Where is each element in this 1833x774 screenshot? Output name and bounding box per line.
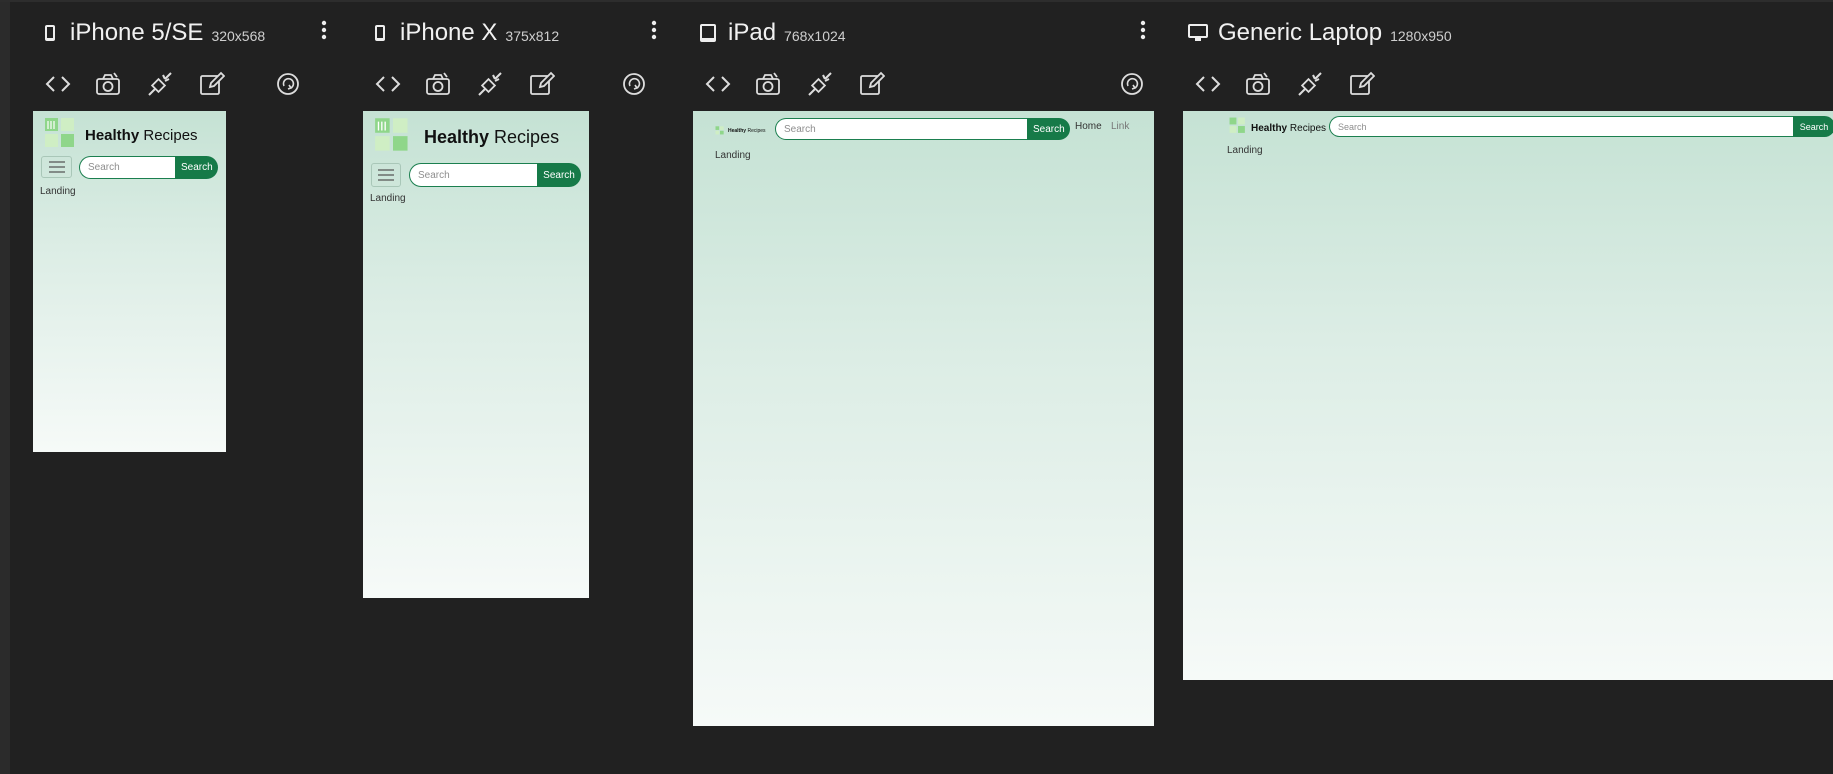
menu-toggle-button[interactable]	[371, 163, 401, 187]
rotate-icon[interactable]	[273, 70, 303, 98]
tablet-icon	[698, 21, 718, 45]
device-name: iPhone 5/SE	[70, 19, 204, 46]
plug-icon[interactable]	[805, 70, 835, 98]
search-form: Search	[409, 163, 581, 187]
device-size: 1280x950	[1390, 28, 1452, 44]
brand-rest: Recipes	[494, 127, 560, 147]
rotate-icon[interactable]	[619, 70, 649, 98]
rotate-icon[interactable]	[1117, 70, 1147, 98]
search-form: Search	[775, 118, 1070, 140]
landing-text: Landing	[1227, 145, 1263, 156]
code-icon[interactable]	[373, 70, 403, 98]
code-icon[interactable]	[703, 70, 733, 98]
site-brand[interactable]: Healthy Recipes	[44, 117, 198, 154]
search-button[interactable]: Search	[537, 163, 581, 187]
device-name: iPad	[728, 19, 777, 46]
device-viewport: Healthy Recipes Search Home Link Landing	[693, 111, 1154, 726]
plug-icon[interactable]	[145, 70, 175, 98]
nav-link-home[interactable]: Home	[1075, 121, 1102, 132]
edit-icon[interactable]	[1347, 70, 1377, 98]
camera-icon[interactable]	[93, 70, 123, 98]
landing-text: Landing	[370, 193, 406, 204]
search-form: Search	[1329, 116, 1833, 137]
site-brand[interactable]: Healthy Recipes	[374, 117, 559, 158]
more-options-icon[interactable]	[1139, 20, 1147, 40]
phone-icon	[370, 21, 390, 45]
search-button[interactable]: Search	[175, 156, 218, 179]
laptop-icon	[1188, 21, 1208, 45]
logo-icon	[374, 117, 412, 158]
search-input[interactable]	[79, 156, 175, 179]
more-options-icon[interactable]	[320, 20, 328, 40]
device-header: iPhone 5/SE 320x568	[40, 18, 265, 48]
edit-icon[interactable]	[197, 70, 227, 98]
hamburger-icon	[378, 169, 394, 181]
brand-bold: Healthy	[728, 128, 747, 134]
edit-icon[interactable]	[857, 70, 887, 98]
device-header: Generic Laptop 1280x950	[1188, 18, 1452, 48]
search-button[interactable]: Search	[1027, 118, 1070, 140]
camera-icon[interactable]	[423, 70, 453, 98]
brand-bold: Healthy	[424, 127, 490, 147]
landing-text: Landing	[40, 186, 76, 197]
brand-rest: Recipes	[1289, 122, 1327, 134]
logo-icon	[715, 122, 725, 140]
plug-icon[interactable]	[475, 70, 505, 98]
code-icon[interactable]	[1193, 70, 1223, 98]
device-viewport: Healthy Recipes Search Landing	[33, 111, 226, 452]
menu-toggle-button[interactable]	[41, 156, 72, 178]
landing-text: Landing	[715, 150, 751, 161]
brand-rest: Recipes	[747, 128, 766, 134]
search-input[interactable]	[1329, 116, 1793, 137]
device-name: iPhone X	[400, 19, 498, 46]
device-viewport: Healthy Recipes Search Landing	[363, 111, 589, 598]
search-input[interactable]	[409, 163, 537, 187]
hamburger-icon	[48, 161, 65, 173]
brand-rest: Recipes	[143, 127, 198, 144]
camera-icon[interactable]	[753, 70, 783, 98]
logo-icon	[44, 117, 78, 154]
left-edge-strip	[0, 0, 10, 774]
camera-icon[interactable]	[1243, 70, 1273, 98]
device-size: 320x568	[211, 28, 266, 44]
search-form: Search	[79, 156, 218, 179]
plug-icon[interactable]	[1295, 70, 1325, 98]
code-icon[interactable]	[43, 70, 73, 98]
more-options-icon[interactable]	[650, 20, 658, 40]
search-input[interactable]	[775, 118, 1027, 140]
device-size: 768x1024	[784, 28, 846, 44]
phone-icon	[40, 21, 60, 45]
site-brand[interactable]: Healthy Recipes	[715, 122, 766, 140]
device-viewport: Healthy Recipes Search Landing	[1183, 111, 1833, 680]
logo-icon	[1229, 117, 1247, 139]
nav-link-link[interactable]: Link	[1111, 121, 1129, 132]
edit-icon[interactable]	[527, 70, 557, 98]
brand-bold: Healthy	[1251, 122, 1288, 134]
device-name: Generic Laptop	[1218, 19, 1383, 46]
brand-bold: Healthy	[85, 127, 140, 144]
search-button[interactable]: Search	[1793, 116, 1833, 137]
top-divider	[0, 0, 1833, 2]
device-header: iPhone X 375x812	[370, 18, 559, 48]
device-header: iPad 768x1024	[698, 18, 846, 48]
device-size: 375x812	[505, 28, 560, 44]
site-brand[interactable]: Healthy Recipes	[1229, 117, 1326, 139]
